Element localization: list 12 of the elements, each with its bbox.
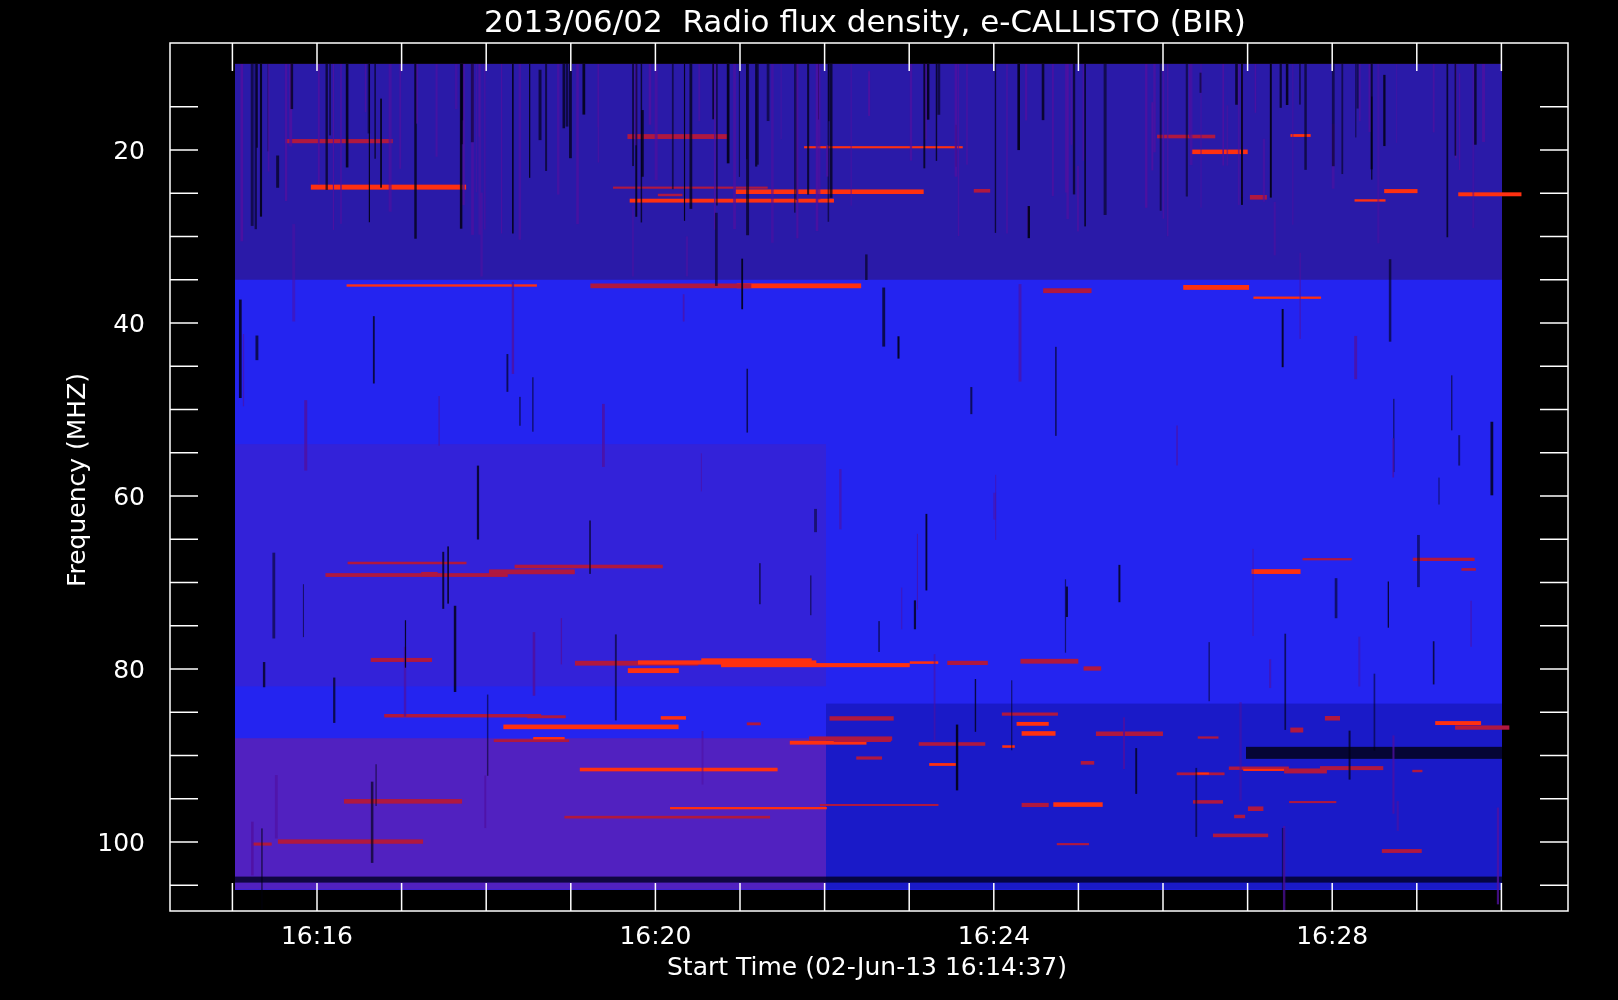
x-tick-label: 16:24 [957,921,1030,950]
y-tick-label: 60 [113,482,145,511]
x-tick-label: 16:16 [281,921,353,950]
y-tick-label: 100 [97,828,145,857]
x-tick-label: 16:20 [619,921,692,950]
x-axis-label: Start Time (02-Jun-13 16:14:37) [667,952,1067,981]
y-tick-label: 80 [113,655,145,684]
x-tick-label: 16:28 [1296,921,1369,950]
chart-title: 2013/06/02 Radio flux density, e-CALLISTO (BIR) [484,3,1246,39]
y-tick-label: 40 [113,309,145,338]
y-axis-label: Frequency (MHZ) [62,372,91,588]
y-tick-label: 20 [113,136,145,165]
